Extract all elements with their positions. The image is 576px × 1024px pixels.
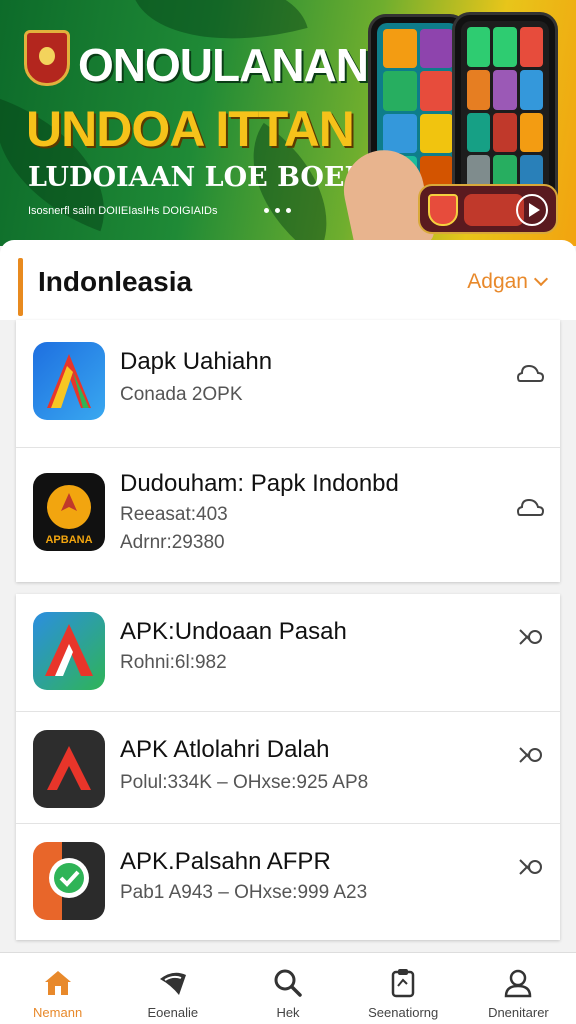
- promo-banner[interactable]: ONOULANAN UNDOA ITTAN LUDOIAAN LOE BOEL …: [0, 0, 576, 246]
- profile-icon: [505, 969, 532, 998]
- nav-tab-home[interactable]: Nemann: [0, 953, 115, 1024]
- phone-illustration-2: [452, 12, 558, 210]
- play-icon[interactable]: [516, 194, 548, 226]
- app-row[interactable]: Dapk Uahiahn Conada 2OPK: [16, 320, 560, 448]
- app-name: Dudouham: Papk Indonbd: [120, 470, 399, 497]
- app-name: APK Atlolahri Dalah: [120, 736, 330, 763]
- install-badge[interactable]: [418, 184, 558, 234]
- nav-label: Nemann: [33, 1005, 83, 1020]
- app-meta: Conada 2OPK: [120, 384, 243, 405]
- nav-tab-search[interactable]: Hek: [230, 953, 345, 1024]
- nav-label: Hek: [276, 1005, 300, 1020]
- section-accent-bar: [18, 258, 23, 316]
- nav-label: Eoenalie: [147, 1005, 199, 1020]
- close-icon[interactable]: [516, 626, 544, 648]
- home-icon: [44, 971, 71, 995]
- nav-tab-updates[interactable]: Seenatiorng: [346, 953, 461, 1024]
- app-meta: Polul:334K – OHxse:925 AP8: [120, 772, 369, 793]
- section-more-label: Adgan: [467, 270, 528, 293]
- close-icon[interactable]: [516, 744, 544, 766]
- search-icon: [274, 969, 302, 997]
- banner-subheadline: UNDOA ITTAN: [26, 101, 355, 157]
- nav-label: Dnenitarer: [488, 1005, 549, 1020]
- clipboard-icon: [391, 969, 415, 998]
- app-icon: [33, 612, 105, 690]
- app-row[interactable]: APK:Undoaan Pasah Rohni:6l:982: [16, 594, 560, 712]
- nav-label: Seenatiorng: [368, 1005, 439, 1020]
- app-row[interactable]: APBANA Dudouham: Papk Indonbd Reeasat:40…: [16, 448, 560, 582]
- app-meta: Reeasat:403: [120, 504, 228, 525]
- banner-caption: Isosnerfl sailn DOIIEIasIHs DOIGIAIDs: [28, 205, 218, 217]
- carousel-dots[interactable]: [264, 208, 291, 213]
- nav-tab-profile[interactable]: Dnenitarer: [461, 953, 576, 1024]
- app-row[interactable]: APK Atlolahri Dalah Polul:334K – OHxse:9…: [16, 712, 560, 824]
- app-card-2: APK:Undoaan Pasah Rohni:6l:982 APK Atlol…: [16, 594, 560, 940]
- app-name: APK.Palsahn AFPR: [120, 848, 331, 875]
- app-card-1: Dapk Uahiahn Conada 2OPK APBANA Dudouham…: [16, 320, 560, 582]
- app-name: APK:Undoaan Pasah: [120, 618, 347, 645]
- section-header: Indonleasia Adgan: [0, 240, 576, 320]
- shield-icon: [159, 972, 186, 995]
- banner-tagline: LUDOIAAN LOE BOEL: [28, 162, 364, 193]
- app-icon: [33, 842, 105, 920]
- bottom-navigation: Nemann Eoenalie Hek Seenatiorng Dnenitar…: [0, 952, 576, 1024]
- app-icon: [33, 342, 105, 420]
- nav-tab-explore[interactable]: Eoenalie: [115, 953, 230, 1024]
- close-icon[interactable]: [516, 856, 544, 878]
- chevron-down-icon: [533, 271, 549, 287]
- crest-logo: [24, 30, 70, 86]
- app-icon: APBANA: [33, 473, 105, 551]
- app-name: Dapk Uahiahn: [120, 348, 273, 375]
- app-icon: [33, 730, 105, 808]
- app-meta: Adrnr:29380: [120, 532, 225, 553]
- app-meta: Rohni:6l:982: [120, 652, 227, 673]
- cloud-download-icon[interactable]: [516, 496, 544, 518]
- svg-text:APBANA: APBANA: [45, 534, 92, 546]
- section-title: Indonleasia: [38, 266, 193, 297]
- app-row[interactable]: APK.Palsahn AFPR Pab1 A943 – OHxse:999 A…: [16, 824, 560, 940]
- banner-headline: ONOULANAN: [78, 39, 369, 91]
- cloud-download-icon[interactable]: [516, 362, 544, 384]
- section-more-button[interactable]: Adgan: [467, 270, 549, 294]
- app-meta: Pab1 A943 – OHxse:999 A23: [120, 882, 368, 903]
